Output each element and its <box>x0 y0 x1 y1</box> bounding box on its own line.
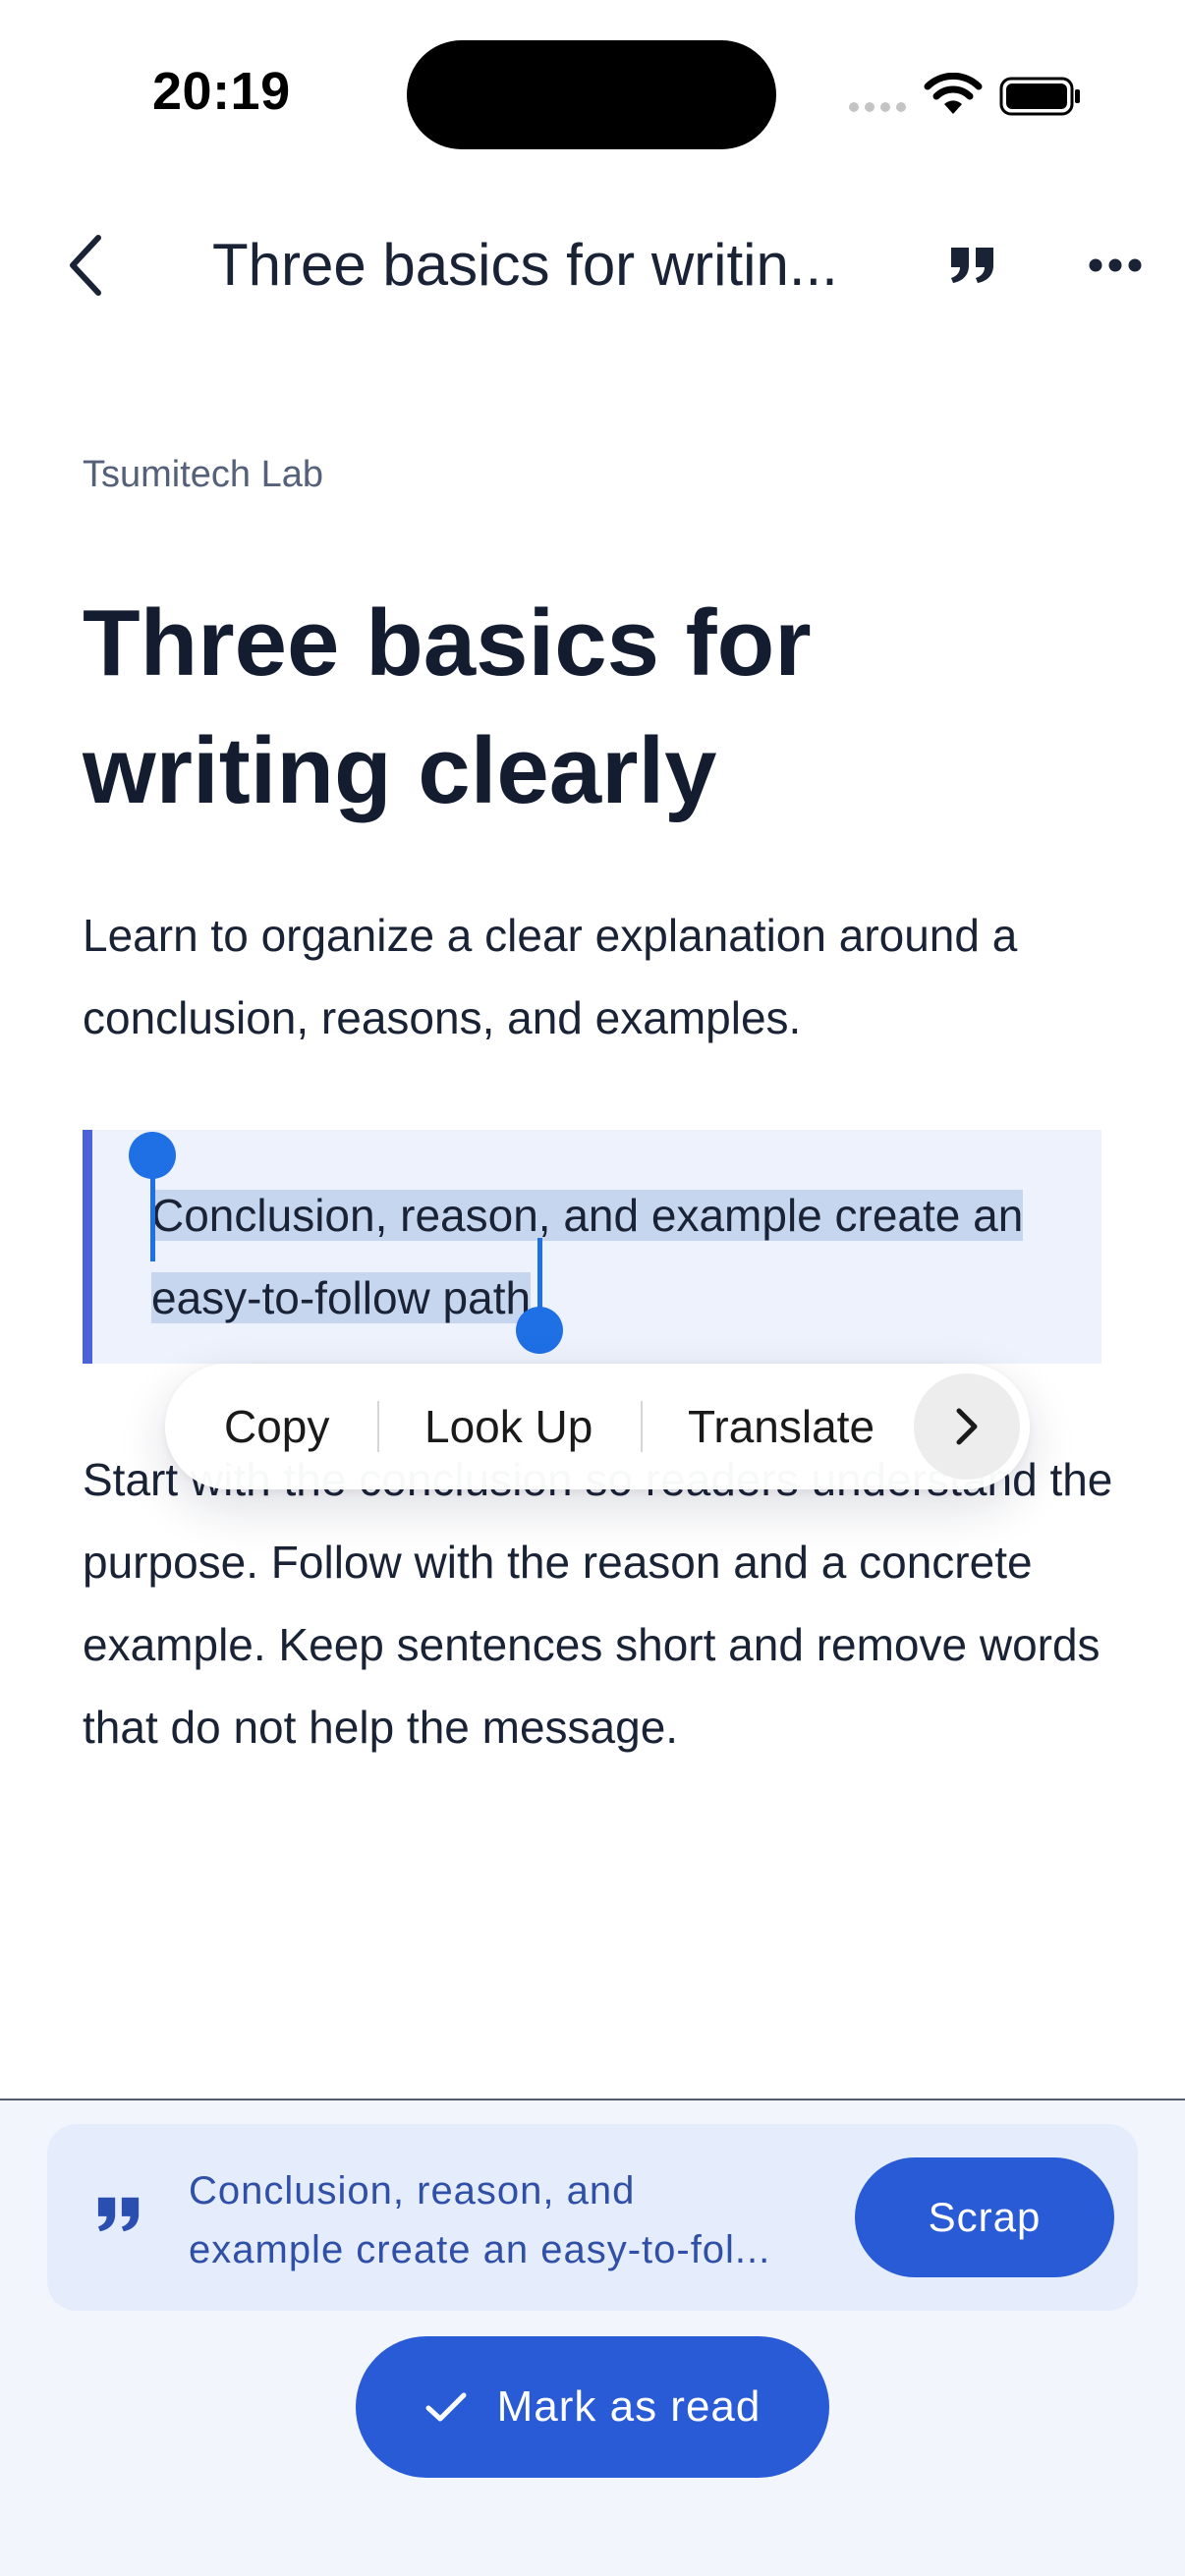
quote-button[interactable] <box>943 240 1002 291</box>
publisher-name: Tsumitech Lab <box>83 454 324 495</box>
scrap-preview-card: Conclusion, reason, and example create a… <box>47 2124 1138 2311</box>
more-horizontal-icon <box>1089 258 1142 272</box>
chevron-left-icon <box>70 235 101 296</box>
look-up-menu-item[interactable]: Look Up <box>424 1364 592 1489</box>
mark-as-read-label: Mark as read <box>496 2382 762 2431</box>
copy-menu-item[interactable]: Copy <box>224 1364 329 1489</box>
selected-text-line-2[interactable]: easy-to-follow path <box>151 1272 532 1323</box>
quote-icon <box>951 248 993 283</box>
article-lead: Learn to organize a clear explanation ar… <box>83 910 1018 1043</box>
more-menu-items-button[interactable] <box>914 1373 1020 1480</box>
bottom-action-panel: Conclusion, reason, and example create a… <box>0 2099 1185 2576</box>
dynamic-island <box>407 40 776 149</box>
nav-title: Three basics for writin... <box>212 232 838 298</box>
cellular-signal-icon <box>849 102 906 112</box>
wifi-icon <box>924 73 983 114</box>
checkmark-icon <box>425 2392 467 2422</box>
battery-icon <box>999 77 1080 116</box>
selection-start-bar <box>150 1175 155 1261</box>
blockquote-text[interactable]: Conclusion, reason, and example create a… <box>151 1174 1095 1339</box>
quote-icon <box>97 2197 140 2232</box>
scrap-button[interactable]: Scrap <box>855 2157 1114 2277</box>
more-button[interactable] <box>1081 246 1150 285</box>
scrap-excerpt: Conclusion, reason, and example create a… <box>189 2161 837 2279</box>
scrap-excerpt-line-1: Conclusion, reason, and <box>189 2169 636 2212</box>
menu-separator <box>377 1401 379 1452</box>
selected-text-line-1[interactable]: Conclusion, reason, and example create a… <box>151 1190 1024 1241</box>
selection-end-handle[interactable] <box>516 1307 563 1354</box>
scrap-excerpt-line-2: example create an easy-to-fol... <box>189 2228 771 2271</box>
text-context-menu: Copy Look Up Translate <box>165 1364 1030 1489</box>
menu-separator <box>641 1401 643 1452</box>
selection-start-handle[interactable] <box>129 1132 176 1179</box>
back-button[interactable] <box>55 228 114 303</box>
mark-as-read-button[interactable]: Mark as read <box>356 2336 829 2478</box>
article-title: Three basics for writing clearly <box>83 590 812 823</box>
translate-menu-item[interactable]: Translate <box>688 1364 875 1489</box>
article-blockquote[interactable]: Conclusion, reason, and example create a… <box>83 1130 1101 1364</box>
chevron-right-icon <box>956 1408 978 1445</box>
status-time: 20:19 <box>152 62 291 121</box>
